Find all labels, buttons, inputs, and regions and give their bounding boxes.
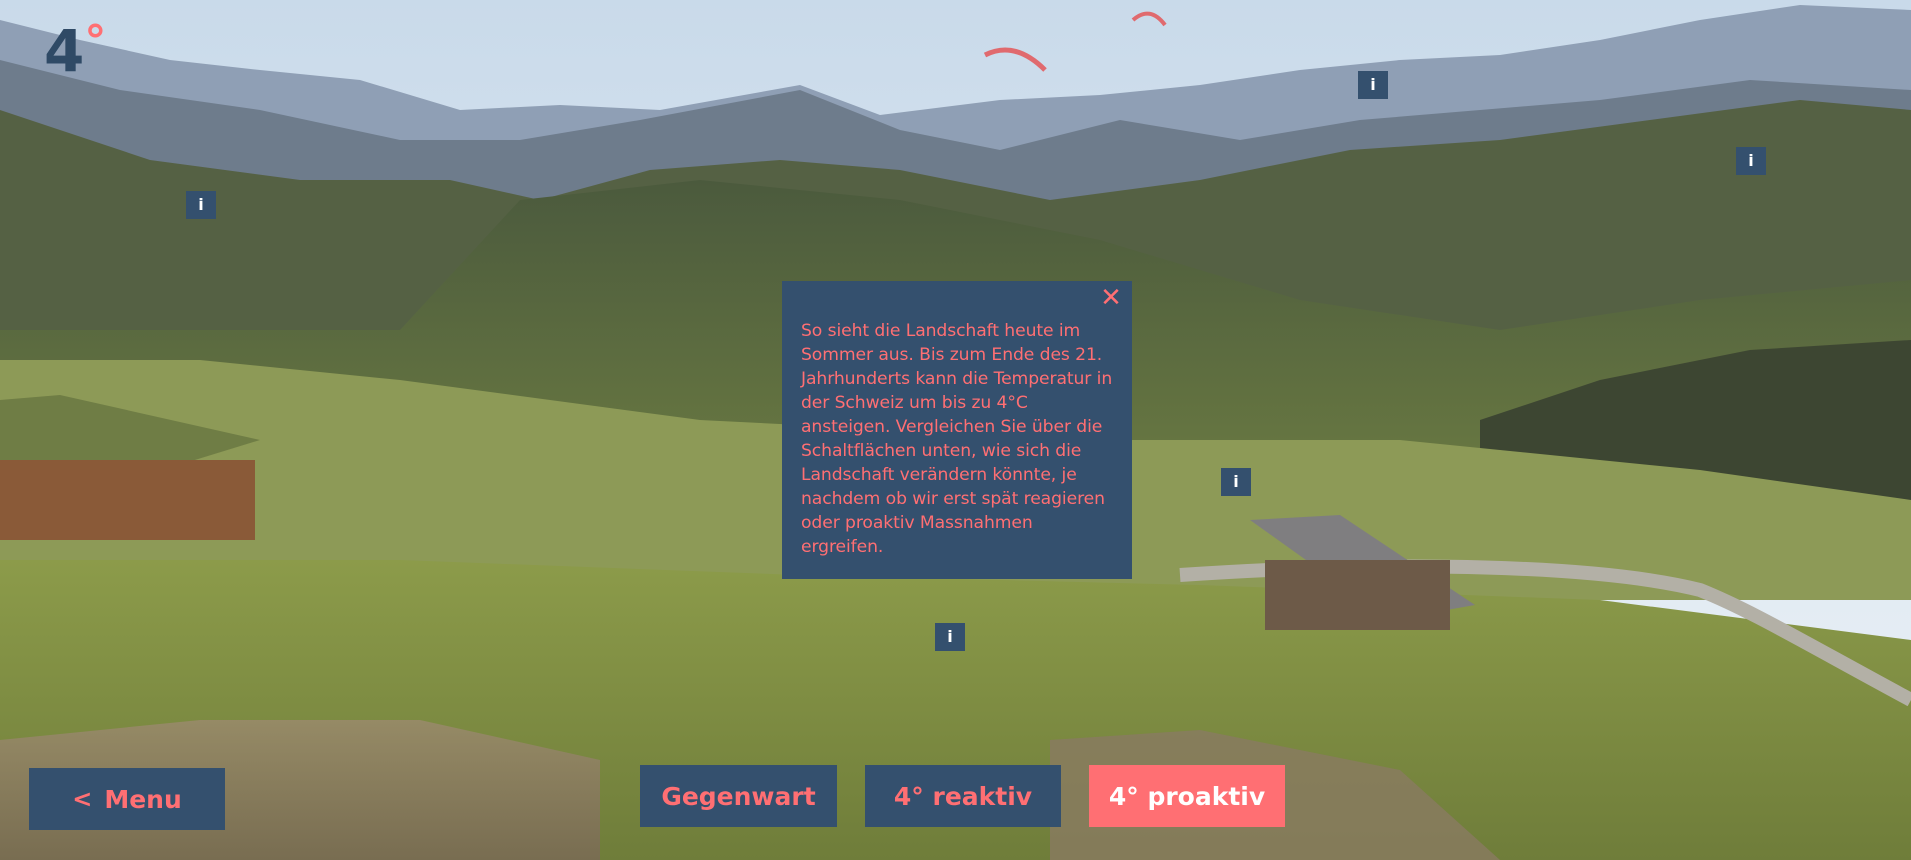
info-dialog: ✕ So sieht die Landschaft heute im Somme… <box>782 281 1132 579</box>
info-hotspot-left[interactable]: i <box>186 191 216 219</box>
scenario-button-gegenwart[interactable]: Gegenwart <box>640 765 837 827</box>
dialog-text: So sieht die Landschaft heute im Sommer … <box>801 321 1113 557</box>
scenario-button-4-reaktiv[interactable]: 4° reaktiv <box>865 765 1061 827</box>
info-hotspot-far-right[interactable]: i <box>1736 147 1766 175</box>
logo-4-degrees: 4° <box>44 20 106 81</box>
chevron-left-icon: < <box>72 785 93 813</box>
logo-degree: ° <box>84 16 106 67</box>
close-icon[interactable]: ✕ <box>1098 285 1124 311</box>
info-hotspot-village[interactable]: i <box>1221 468 1251 496</box>
info-hotspot-meadow[interactable]: i <box>935 623 965 651</box>
logo-number: 4 <box>44 17 84 85</box>
scenario-button-4-proaktiv[interactable]: 4° proaktiv <box>1089 765 1285 827</box>
menu-button-label: Menu <box>104 784 182 814</box>
info-hotspot-top-right[interactable]: i <box>1358 71 1388 99</box>
menu-button[interactable]: < Menu <box>29 768 225 830</box>
